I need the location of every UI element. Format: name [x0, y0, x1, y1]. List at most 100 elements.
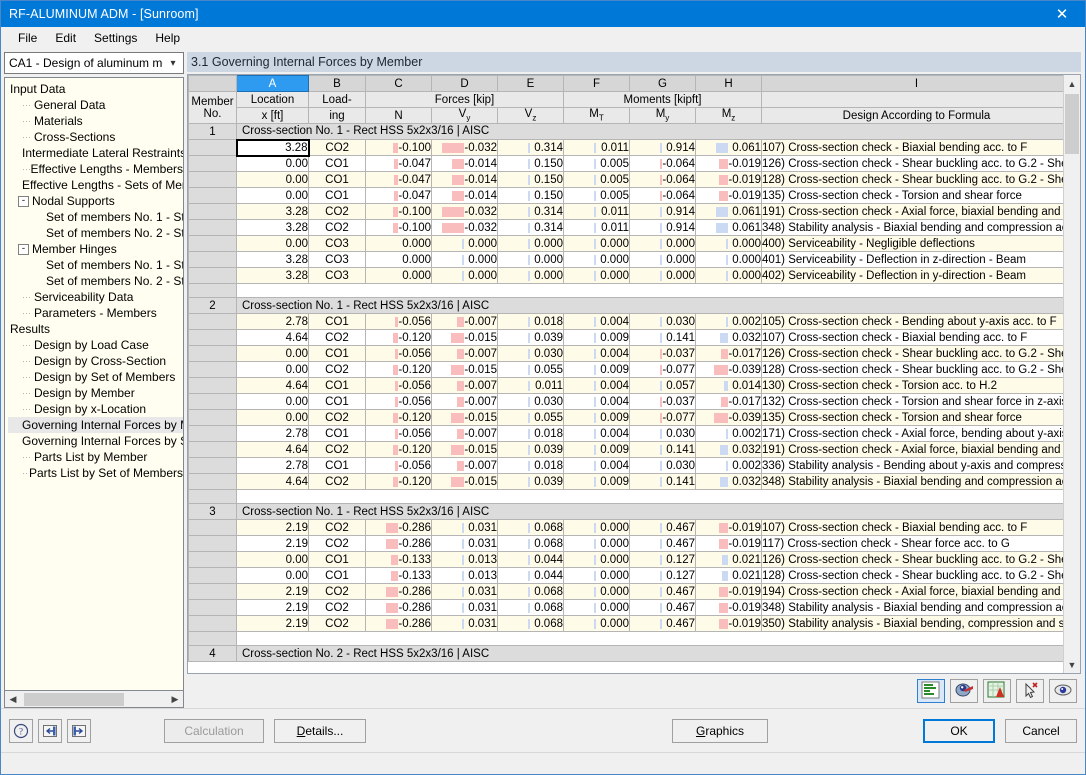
value-cell-Vz[interactable]: 0.055	[497, 361, 564, 378]
value-cell-N[interactable]: -0.120	[365, 409, 432, 426]
table-row[interactable]: 2.19 CO2 -0.286 0.031 0.068 0.000 0.467 -0.019 1…	[188, 519, 1063, 536]
value-cell-MT[interactable]: 0.005	[563, 171, 630, 188]
value-cell-Mz[interactable]: -0.019	[695, 535, 762, 552]
table-row[interactable]: 4.64 CO2 -0.120 -0.015 0.039 0.009 0.141 0.032 1…	[188, 441, 1063, 458]
column-header-C[interactable]: C	[365, 75, 432, 92]
design-formula-cell[interactable]: 336) Stability analysis - Bending about …	[761, 457, 1063, 474]
value-cell-My[interactable]: -0.077	[629, 409, 696, 426]
value-cell-MT[interactable]: 0.004	[563, 457, 630, 474]
vscroll-thumb[interactable]	[1065, 94, 1079, 154]
row-selector-cell[interactable]	[188, 583, 237, 600]
value-cell-N[interactable]: -0.133	[365, 567, 432, 584]
value-cell-MT[interactable]: 0.000	[563, 551, 630, 568]
collapse-icon[interactable]: -	[18, 243, 29, 255]
value-cell-Vy[interactable]: 0.013	[431, 551, 498, 568]
value-cell-Vy[interactable]: -0.032	[431, 139, 498, 156]
value-cell-Vz[interactable]: 0.068	[497, 519, 564, 536]
design-formula-cell[interactable]: 191) Cross-section check - Axial force, …	[761, 441, 1063, 458]
scroll-right-icon[interactable]: ▶	[167, 692, 183, 707]
row-selector-cell[interactable]	[188, 519, 237, 536]
menu-item-file[interactable]: File	[9, 29, 46, 47]
loading-cell[interactable]: CO3	[308, 267, 366, 284]
loading-cell[interactable]: CO1	[308, 313, 366, 330]
value-cell-Mz[interactable]: 0.061	[695, 139, 762, 156]
row-selector-cell[interactable]	[188, 425, 237, 442]
value-cell-N[interactable]: 0.000	[365, 251, 432, 268]
row-selector-cell[interactable]	[188, 393, 237, 410]
loading-cell[interactable]: CO2	[308, 615, 366, 632]
loading-cell[interactable]: CO3	[308, 251, 366, 268]
row-selector-cell[interactable]	[188, 187, 237, 204]
location-cell[interactable]: 4.64	[236, 473, 309, 490]
row-selector-cell[interactable]	[188, 235, 237, 252]
loading-cell[interactable]: CO2	[308, 361, 366, 378]
value-cell-My[interactable]: 0.141	[629, 473, 696, 490]
tree-item-design-by-cross-section[interactable]: ··· Design by Cross-Section	[8, 353, 183, 369]
tree-horizontal-scrollbar[interactable]: ◀ ▶	[4, 691, 184, 708]
row-selector-cell[interactable]	[188, 599, 237, 616]
loading-cell[interactable]: CO2	[308, 519, 366, 536]
location-cell[interactable]: 0.00	[236, 393, 309, 410]
tree-item-design-by-member[interactable]: ··· Design by Member	[8, 385, 183, 401]
result-diagram-button[interactable]	[917, 679, 945, 703]
row-selector-cell[interactable]	[188, 203, 237, 220]
location-cell[interactable]: 0.00	[236, 409, 309, 426]
tree-item-effective-lengths-members[interactable]: ··· Effective Lengths - Members	[8, 161, 183, 177]
value-cell-N[interactable]: -0.120	[365, 473, 432, 490]
loading-cell[interactable]: CO1	[308, 345, 366, 362]
table-row[interactable]: 2.78 CO1 -0.056 -0.007 0.018 0.004 0.030 0.002 1…	[188, 425, 1063, 442]
value-cell-My[interactable]: 0.914	[629, 203, 696, 220]
design-formula-cell[interactable]: 135) Cross-section check - Torsion and s…	[761, 409, 1063, 426]
value-cell-My[interactable]: 0.000	[629, 267, 696, 284]
value-cell-N[interactable]: -0.047	[365, 171, 432, 188]
loading-cell[interactable]: CO2	[308, 219, 366, 236]
tree-item-effective-lengths-sets-of-mem[interactable]: ···Effective Lengths - Sets of Mem	[8, 177, 183, 193]
value-cell-My[interactable]: 0.030	[629, 313, 696, 330]
value-cell-N[interactable]: -0.100	[365, 139, 432, 156]
value-cell-N[interactable]: -0.056	[365, 345, 432, 362]
row-selector-cell[interactable]	[188, 615, 237, 632]
value-cell-Vz[interactable]: 0.068	[497, 599, 564, 616]
value-cell-MT[interactable]: 0.009	[563, 473, 630, 490]
value-cell-Vz[interactable]: 0.150	[497, 187, 564, 204]
vscroll-track[interactable]	[1064, 92, 1080, 656]
value-cell-Mz[interactable]: 0.061	[695, 203, 762, 220]
location-cell[interactable]: 4.64	[236, 329, 309, 346]
loading-cell[interactable]: CO1	[308, 457, 366, 474]
value-cell-My[interactable]: 0.141	[629, 329, 696, 346]
location-cell[interactable]: 0.00	[236, 235, 309, 252]
value-cell-MT[interactable]: 0.009	[563, 409, 630, 426]
value-cell-MT[interactable]: 0.000	[563, 567, 630, 584]
ok-button[interactable]: OK	[923, 718, 995, 743]
value-cell-Vy[interactable]: -0.014	[431, 155, 498, 172]
row-selector-cell[interactable]	[188, 535, 237, 552]
location-cell[interactable]: 2.19	[236, 599, 309, 616]
tree-item-serviceability-data[interactable]: ··· Serviceability Data	[8, 289, 183, 305]
value-cell-Vz[interactable]: 0.044	[497, 551, 564, 568]
close-icon[interactable]: ✕	[1039, 1, 1085, 27]
value-cell-Vy[interactable]: -0.015	[431, 409, 498, 426]
row-selector-cell[interactable]	[188, 329, 237, 346]
location-cell[interactable]: 0.00	[236, 361, 309, 378]
value-cell-Mz[interactable]: 0.000	[695, 251, 762, 268]
table-row[interactable]: 3.28 CO2 -0.100 -0.032 0.314 0.011 0.914 0.061 1…	[188, 203, 1063, 220]
value-cell-N[interactable]: -0.120	[365, 441, 432, 458]
location-cell[interactable]: 2.78	[236, 425, 309, 442]
location-cell[interactable]: 0.00	[236, 345, 309, 362]
table-row[interactable]: 0.00 CO1 -0.056 -0.007 0.030 0.004 -0.037 -0.01…	[188, 393, 1063, 410]
table-row[interactable]: 0.00 CO1 -0.047 -0.014 0.150 0.005 -0.064 -0.01…	[188, 155, 1063, 172]
value-cell-N[interactable]: -0.047	[365, 155, 432, 172]
row-selector-cell[interactable]	[188, 409, 237, 426]
location-cell[interactable]: 3.28	[236, 219, 309, 236]
value-cell-MT[interactable]: 0.005	[563, 155, 630, 172]
value-cell-My[interactable]: 0.000	[629, 251, 696, 268]
value-cell-Vz[interactable]: 0.030	[497, 345, 564, 362]
loading-cell[interactable]: CO2	[308, 409, 366, 426]
value-cell-Mz[interactable]: 0.032	[695, 473, 762, 490]
value-cell-Vy[interactable]: -0.015	[431, 473, 498, 490]
row-selector-cell[interactable]	[188, 473, 237, 490]
table-row[interactable]: 3.28 CO3 0.000 0.000 0.000 0.000 0.000 0.000 401…	[188, 251, 1063, 268]
location-cell[interactable]: 0.00	[236, 551, 309, 568]
table-row[interactable]: 0.00 CO2 -0.120 -0.015 0.055 0.009 -0.077 -0.03…	[188, 361, 1063, 378]
value-cell-MT[interactable]: 0.000	[563, 615, 630, 632]
